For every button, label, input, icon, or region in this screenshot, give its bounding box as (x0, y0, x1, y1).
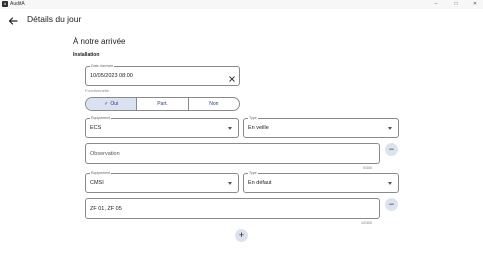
back-button[interactable] (7, 14, 19, 26)
app-title: AuditA (10, 1, 25, 7)
equipment-value: CMSI (90, 180, 104, 186)
type-value: En veille (248, 125, 269, 131)
minus-icon: − (388, 199, 395, 209)
add-equipment-button[interactable]: + (235, 229, 248, 242)
plus-icon: + (238, 230, 245, 240)
equipment-value: ECS (90, 125, 102, 131)
type-value: En défaut (248, 180, 272, 186)
clear-date-button[interactable] (228, 70, 236, 82)
section-title: À notre arrivée (73, 37, 126, 46)
functional-option-part[interactable]: Part. (137, 98, 189, 110)
arrival-date-value: 10/05/2023 08:00 (90, 73, 133, 79)
arrow-left-icon (8, 17, 18, 25)
app-logo-icon: A (2, 1, 8, 7)
maximize-button[interactable]: □ (450, 0, 462, 9)
group-label: Installation (73, 52, 100, 58)
type-select-1[interactable]: Type En veille (243, 116, 399, 138)
page-title: Détails du jour (27, 14, 82, 24)
equipment-label: Équipement (90, 116, 112, 121)
equipment-select-2[interactable]: Équipement CMSI (85, 171, 239, 193)
functional-option-non[interactable]: Non (189, 98, 239, 110)
minimize-button[interactable]: – (430, 0, 442, 9)
remove-equipment-button-2[interactable]: − (385, 198, 398, 211)
close-icon (229, 76, 235, 82)
functional-segmented-control[interactable]: ✓ Oui Part. Non (85, 97, 240, 111)
remove-equipment-button-1[interactable]: − (385, 143, 398, 156)
minus-icon: − (388, 144, 395, 154)
close-window-button[interactable]: ✕ (469, 0, 481, 9)
type-label: Type (248, 171, 258, 176)
observation-field-1[interactable]: Observation (85, 143, 380, 164)
functional-label: Fonctionnelle (85, 88, 109, 93)
chevron-down-icon (228, 182, 232, 185)
chevron-down-icon (228, 127, 232, 130)
checkmark-icon: ✓ (104, 101, 109, 107)
equipment-label: Équipement (90, 171, 112, 176)
observation-counter-2: 12/300 (361, 221, 372, 225)
window-titlebar: A AuditA – □ ✕ (0, 0, 483, 9)
chevron-down-icon (388, 127, 392, 130)
observation-counter-1: 0/300 (363, 166, 372, 170)
arrival-date-field[interactable]: Date d'arrivée 10/05/2023 08:00 (85, 64, 240, 86)
arrival-date-label: Date d'arrivée (90, 64, 115, 69)
functional-option-oui[interactable]: ✓ Oui (86, 98, 138, 110)
observation-value: ZF 01, ZF 05 (90, 206, 122, 212)
equipment-select-1[interactable]: Équipement ECS (85, 116, 239, 138)
observation-field-2[interactable]: ZF 01, ZF 05 (85, 198, 380, 219)
type-label: Type (248, 116, 258, 121)
type-select-2[interactable]: Type En défaut (243, 171, 399, 193)
observation-placeholder: Observation (90, 151, 120, 157)
chevron-down-icon (388, 182, 392, 185)
